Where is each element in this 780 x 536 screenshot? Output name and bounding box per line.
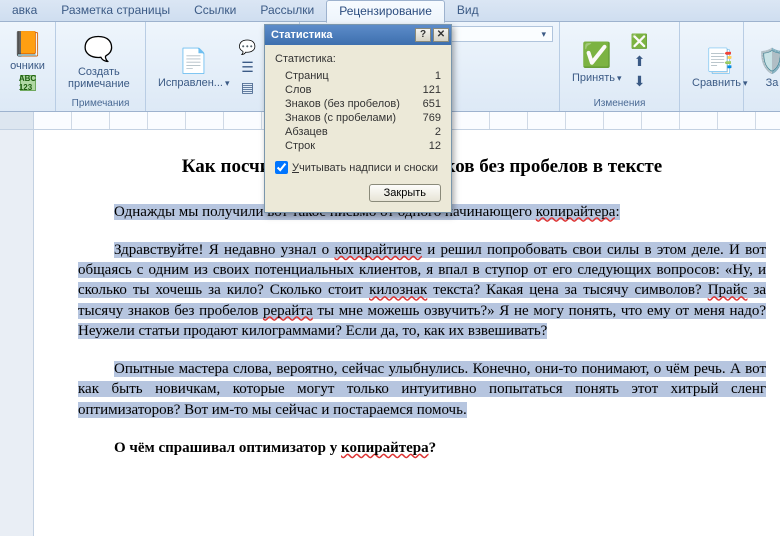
p2h: рерайта	[263, 303, 313, 319]
stat-val: 769	[423, 112, 441, 124]
compare-label: Сравнить	[692, 77, 748, 89]
abc-icon: ABC123	[20, 75, 36, 91]
stat-val: 651	[423, 98, 441, 110]
sources-label: очники	[10, 60, 45, 72]
stat-key: Абзацев	[285, 126, 328, 138]
stat-val: 2	[435, 126, 441, 138]
show-markup-button[interactable]: ☰	[236, 58, 260, 76]
p4b: копирайтера	[341, 440, 429, 456]
p4a: О чём спрашивал оптимизатор у	[114, 440, 341, 456]
reject-button[interactable]: ❎	[628, 33, 652, 51]
accept-button[interactable]: ✅ Принять	[566, 38, 628, 86]
dialog-close-x-button[interactable]: ✕	[433, 28, 449, 42]
group-changes-label: Изменения	[566, 97, 673, 109]
p1-text-c: :	[615, 204, 619, 220]
paragraph-2: Здравствуйте! Я недавно узнал о копирайт…	[78, 240, 766, 341]
new-comment-icon: 🗨️	[83, 34, 115, 66]
doc-title-right: ков без пробелов в тексте	[445, 156, 663, 177]
vertical-ruler[interactable]	[0, 130, 34, 536]
protect-icon: 🛡️	[756, 45, 780, 77]
reject-icon: ❎	[632, 34, 648, 50]
book-icon: 📙	[12, 28, 44, 60]
stat-key: Строк	[285, 140, 315, 152]
group-changes: ✅ Принять ❎ ⬆ ⬇ Изменения	[560, 22, 680, 111]
tab-insert-partial[interactable]: авка	[0, 0, 49, 21]
reviewing-pane-button[interactable]: ▤	[236, 78, 260, 96]
word-count-button[interactable]: ABC123	[16, 74, 40, 92]
statistics-dialog: Статистика ? ✕ Статистика: Страниц 1 Сло…	[264, 24, 452, 213]
stat-row-words: Слов 121	[275, 83, 441, 97]
next-icon: ⬇	[632, 74, 648, 90]
balloon-icon: 💬	[240, 39, 256, 55]
group-comments-label: Примечания	[62, 97, 139, 109]
dialog-close-button[interactable]: Закрыть	[369, 184, 441, 202]
dialog-heading: Статистика:	[275, 53, 441, 65]
track-changes-icon: 📄	[178, 45, 210, 77]
new-comment-label: Создать примечание	[68, 66, 130, 90]
prev-icon: ⬆	[632, 54, 648, 70]
paragraph-4: О чём спрашивал оптимизатор у копирайтер…	[78, 438, 766, 458]
stat-key: Слов	[285, 84, 311, 96]
include-textboxes-input[interactable]	[275, 161, 288, 174]
tab-review[interactable]: Рецензирование	[326, 0, 445, 23]
track-changes-button[interactable]: 📄 Исправлен...	[152, 43, 236, 91]
new-comment-button[interactable]: 🗨️ Создать примечание	[62, 32, 136, 92]
stat-row-chars-nospace: Знаков (без пробелов) 651	[275, 97, 441, 111]
stat-val: 12	[429, 140, 441, 152]
p2a: Здравствуйте! Я недавно узнал о	[114, 242, 334, 258]
protect-button[interactable]: 🛡️ За	[750, 43, 780, 91]
p3: Опытные мастера слова, вероятно, сейчас …	[78, 361, 766, 418]
stat-row-paragraphs: Абзацев 2	[275, 125, 441, 139]
ribbon-tabs: авка Разметка страницы Ссылки Рассылки Р…	[0, 0, 780, 22]
accept-icon: ✅	[581, 40, 613, 72]
paragraph-3: Опытные мастера слова, вероятно, сейчас …	[78, 359, 766, 420]
accept-label: Принять	[572, 72, 622, 84]
stat-key: Страниц	[285, 70, 329, 82]
stat-key: Знаков (без пробелов)	[285, 98, 400, 110]
dialog-help-button[interactable]: ?	[415, 28, 431, 42]
tab-page-layout[interactable]: Разметка страницы	[49, 0, 182, 21]
compare-icon: 📑	[704, 45, 736, 77]
doc-title-left: Как посчи	[182, 156, 271, 177]
stat-val: 121	[423, 84, 441, 96]
p2e: текста? Какая цена за тысячу символов?	[427, 282, 707, 298]
track-changes-label: Исправлен...	[158, 77, 230, 89]
p4c: ?	[429, 440, 437, 456]
stat-row-chars-space: Знаков (с пробелами) 769	[275, 111, 441, 125]
stat-row-lines: Строк 12	[275, 139, 441, 153]
group-compare: 📑 Сравнить	[680, 22, 744, 111]
pane-icon: ▤	[240, 79, 256, 95]
p2d: килознак	[369, 282, 427, 298]
tab-mailings[interactable]: Рассылки	[248, 0, 326, 21]
balloons-button[interactable]: 💬	[236, 38, 260, 56]
include-textboxes-checkbox[interactable]: Учитывать надписи и сноски	[275, 161, 441, 174]
group-compare-label	[686, 108, 737, 109]
tab-view[interactable]: Вид	[445, 0, 491, 21]
stat-val: 1	[435, 70, 441, 82]
p2b: копирайтинге	[334, 242, 422, 258]
list-icon: ☰	[240, 59, 256, 75]
group-protect: 🛡️ За	[744, 22, 780, 111]
group-comments: 🗨️ Создать примечание Примечания	[56, 22, 146, 111]
next-change-button[interactable]: ⬇	[628, 73, 652, 91]
group-protect-label	[750, 108, 774, 109]
group-proofing-label	[6, 108, 49, 109]
dialog-body: Статистика: Страниц 1 Слов 121 Знаков (б…	[265, 45, 451, 212]
prev-change-button[interactable]: ⬆	[628, 53, 652, 71]
stat-row-pages: Страниц 1	[275, 69, 441, 83]
tab-references[interactable]: Ссылки	[182, 0, 248, 21]
p1-text-b: копирайтера	[536, 204, 616, 220]
include-textboxes-label: Учитывать надписи и сноски	[292, 162, 438, 174]
stat-key: Знаков (с пробелами)	[285, 112, 396, 124]
p2f: Прайс	[708, 282, 748, 298]
dialog-titlebar[interactable]: Статистика ? ✕	[265, 25, 451, 45]
dialog-title: Статистика	[271, 29, 333, 41]
ruler-corner	[0, 112, 34, 129]
sources-button[interactable]: 📙 очники	[4, 26, 51, 74]
protect-label: За	[766, 77, 779, 89]
group-proofing: 📙 очники ABC123	[0, 22, 56, 111]
